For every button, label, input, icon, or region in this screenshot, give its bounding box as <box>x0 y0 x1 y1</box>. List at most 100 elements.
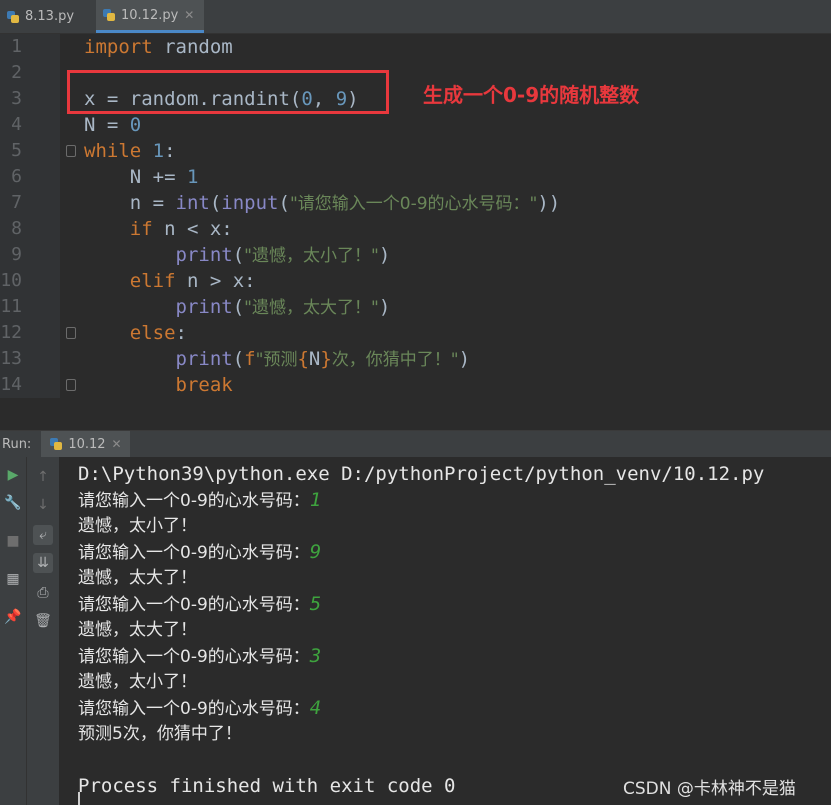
line-number: 6 <box>11 166 22 187</box>
prompt-text: 请您输入一个0-9的心水号码： <box>78 543 310 563</box>
console-line: 预测5次，你猜中了！ <box>78 724 242 744</box>
code-text: n = <box>84 192 176 214</box>
line-number: 11 <box>0 296 22 317</box>
annotation-highlight-box <box>67 70 389 114</box>
wrench-icon[interactable]: 🔧 <box>3 493 23 513</box>
run-toolbar-primary: ▶ 🔧 ■ ▦ 📌 <box>0 457 26 805</box>
fstring-brace: { <box>297 348 309 370</box>
console-line: 请您输入一个0-9的心水号码：9 <box>78 539 321 566</box>
run-tool-window-header: Run: 10.12 ✕ <box>0 431 831 457</box>
stop-icon[interactable]: ■ <box>3 531 23 551</box>
console-line: 遗憾，太大了！ <box>78 568 197 588</box>
code-line-10: elif n > x: <box>84 268 256 294</box>
code-text: ( <box>232 348 245 370</box>
arrow-up-icon[interactable]: ↑ <box>33 467 53 487</box>
code-text: ( <box>209 192 222 214</box>
code-text: N = <box>84 114 130 136</box>
close-tab-icon[interactable]: ✕ <box>184 8 194 22</box>
code-text: N += <box>84 166 187 188</box>
keyword: import <box>84 36 153 58</box>
prompt-text: 请您输入一个0-9的心水号码： <box>78 699 310 719</box>
python-file-icon <box>6 10 20 24</box>
fold-marker-icon[interactable] <box>66 379 76 391</box>
code-line-11: print("遗憾，太大了！") <box>84 294 391 321</box>
string-literal: "遗憾，太大了！" <box>244 298 379 318</box>
code-text: ) <box>378 296 391 318</box>
prompt-text: 请您输入一个0-9的心水号码： <box>78 647 310 667</box>
layout-icon[interactable]: ▦ <box>3 569 23 589</box>
code-text: n > x: <box>175 270 256 292</box>
python-file-icon <box>102 8 116 22</box>
fold-marker-icon[interactable] <box>66 327 76 339</box>
user-input: 3 <box>309 645 322 667</box>
console-line: 请您输入一个0-9的心水号码：5 <box>78 591 321 618</box>
keyword: elif <box>129 270 176 292</box>
print-icon[interactable]: ⎙ <box>33 583 53 603</box>
tab-8-13-py[interactable]: 8.13.py <box>0 0 96 33</box>
scroll-to-end-icon[interactable]: ⇊ <box>33 553 53 573</box>
line-number: 5 <box>11 140 22 161</box>
run-console[interactable]: ▶ 🔧 ■ ▦ 📌 ↑ ↓ ⤶ ⇊ ⎙ 🗑 D:\Python39\python… <box>0 457 831 805</box>
console-caret <box>78 792 80 805</box>
console-line: 请您输入一个0-9的心水号码：1 <box>78 487 321 514</box>
annotation-text: 生成一个0-9的随机整数 <box>423 83 640 107</box>
code-text: ) <box>378 244 391 266</box>
string-literal: 次，你猜中了！" <box>331 350 459 370</box>
trash-icon[interactable]: 🗑 <box>33 611 53 631</box>
builtin: print <box>175 348 233 370</box>
code-line-8: if n < x: <box>84 216 233 242</box>
code-line-5: while 1: <box>84 138 176 164</box>
console-exit-line: Process finished with exit code 0 <box>78 775 456 797</box>
builtin: input <box>221 192 279 214</box>
code-editor[interactable]: 1 2 3 4 5 6 7 8 9 10 11 12 13 14 import … <box>0 34 831 398</box>
console-line: 请您输入一个0-9的心水号码：4 <box>78 695 321 722</box>
number-literal: 1 <box>186 166 199 188</box>
code-line-12: else: <box>84 320 187 346</box>
builtin: print <box>175 244 233 266</box>
line-number: 1 <box>11 36 22 57</box>
console-line: 遗憾，太小了！ <box>78 516 197 536</box>
string-literal: "预测 <box>255 350 298 370</box>
string-literal: "遗憾，太小了！" <box>244 246 379 266</box>
user-input: 4 <box>309 697 322 719</box>
rerun-icon[interactable]: ▶ <box>3 465 23 485</box>
pin-icon[interactable]: 📌 <box>3 607 23 627</box>
tab-10-12-py[interactable]: 10.12.py ✕ <box>96 0 204 33</box>
user-input: 1 <box>309 489 322 511</box>
prompt-text: 请您输入一个0-9的心水号码： <box>78 491 310 511</box>
number-literal: 1 <box>152 140 165 162</box>
watermark: CSDN @卡林神不是猫 <box>623 779 796 799</box>
code-line-9: print("遗憾，太小了！") <box>84 242 391 269</box>
fstring-variable: N <box>308 348 321 370</box>
soft-wrap-icon[interactable]: ⤶ <box>33 525 53 545</box>
user-input: 5 <box>309 593 322 615</box>
keyword: if <box>129 218 153 240</box>
line-number: 2 <box>11 62 22 83</box>
console-line: 遗憾，太大了！ <box>78 620 197 640</box>
code-text: : <box>164 140 176 162</box>
run-tab-10-12[interactable]: 10.12 ✕ <box>41 431 130 457</box>
fold-marker-icon[interactable] <box>66 145 76 157</box>
arrow-down-icon[interactable]: ↓ <box>33 495 53 515</box>
number-literal: 0 <box>129 114 142 136</box>
close-run-tab-icon[interactable]: ✕ <box>112 437 122 451</box>
line-number: 8 <box>11 218 22 239</box>
line-number-gutter: 1 2 3 4 5 6 7 8 9 10 11 12 13 14 <box>0 34 60 398</box>
code-text: n < x: <box>152 218 233 240</box>
console-line: 请您输入一个0-9的心水号码：3 <box>78 643 321 670</box>
code-text: ) <box>458 348 471 370</box>
code-text: ( <box>232 296 245 318</box>
panel-splitter[interactable] <box>0 398 831 431</box>
keyword: break <box>175 374 233 396</box>
tab-label: 10.12.py <box>121 7 179 23</box>
run-toolbar-secondary: ↑ ↓ ⤶ ⇊ ⎙ 🗑 <box>26 457 59 805</box>
string-literal: "请您输入一个0-9的心水号码：" <box>289 194 538 214</box>
